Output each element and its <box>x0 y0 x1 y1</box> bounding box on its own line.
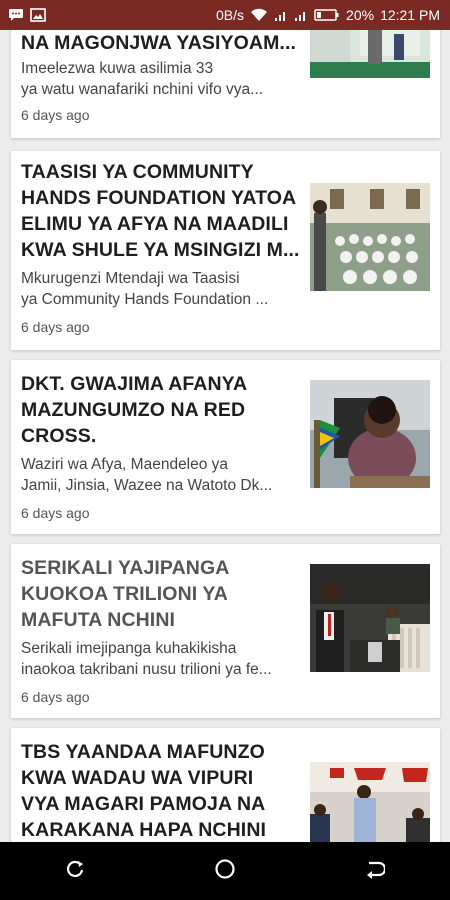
article-card[interactable]: TBS YAANDAA MAFUNZO KWA WADAU WA VIPURI … <box>11 728 440 842</box>
back-button[interactable] <box>355 851 395 891</box>
article-age: 6 days ago <box>21 107 90 123</box>
article-excerpt: Mkurugenzi Mtendaji wa Taasisi ya Commun… <box>21 270 269 308</box>
status-bar: 0B/s 20% 12:21 PM <box>0 0 450 30</box>
article-card[interactable]: SERIKALI YAJIPANGA KUOKOA TRILIONI YA MA… <box>11 544 440 718</box>
article-card[interactable]: TAASISI YA COMMUNITY HANDS FOUNDATION YA… <box>11 151 440 350</box>
recent-apps-icon <box>65 859 85 884</box>
news-feed[interactable]: NA MAGONJWA YASIYOAM... Imeelezwa kuwa a… <box>0 30 450 842</box>
clock: 12:21 PM <box>380 7 440 23</box>
battery-icon <box>314 8 340 22</box>
back-icon <box>365 859 387 884</box>
article-card[interactable]: DKT. GWAJIMA AFANYA MAZUNGUMZO NA RED CR… <box>11 360 440 534</box>
signal-icon <box>274 8 288 22</box>
article-age: 6 days ago <box>21 319 90 335</box>
article-excerpt: Waziri wa Afya, Maendeleo ya Jamii, Jins… <box>21 456 273 494</box>
image-icon <box>30 8 46 22</box>
wifi-icon <box>250 8 268 22</box>
article-excerpt: Imeelezwa kuwa asilimia 33 ya watu wanaf… <box>21 60 264 98</box>
article-thumbnail[interactable] <box>310 380 430 488</box>
article-title[interactable]: DKT. GWAJIMA AFANYA MAZUNGUMZO NA RED CR… <box>21 371 301 449</box>
article-title[interactable]: TBS YAANDAA MAFUNZO KWA WADAU WA VIPURI … <box>21 739 301 842</box>
article-card[interactable]: NA MAGONJWA YASIYOAM... Imeelezwa kuwa a… <box>11 30 440 138</box>
article-title[interactable]: SERIKALI YAJIPANGA KUOKOA TRILIONI YA MA… <box>21 555 301 633</box>
battery-percent: 20% <box>346 7 375 23</box>
home-icon <box>214 858 236 885</box>
recent-apps-button[interactable] <box>55 851 95 891</box>
home-button[interactable] <box>205 851 245 891</box>
signal-icon <box>294 8 308 22</box>
article-thumbnail[interactable] <box>310 30 430 78</box>
article-title[interactable]: NA MAGONJWA YASIYOAM... <box>21 30 301 56</box>
article-thumbnail[interactable] <box>310 762 430 842</box>
article-thumbnail[interactable] <box>310 564 430 672</box>
article-age: 6 days ago <box>21 505 90 521</box>
article-thumbnail[interactable] <box>310 183 430 291</box>
chat-bubble-icon <box>8 8 24 22</box>
article-title[interactable]: TAASISI YA COMMUNITY HANDS FOUNDATION YA… <box>21 159 301 263</box>
article-excerpt: Serikali imejipanga kuhakikisha inaokoa … <box>21 640 272 678</box>
network-speed: 0B/s <box>216 7 245 23</box>
article-age: 6 days ago <box>21 689 90 705</box>
system-nav-bar <box>0 842 450 900</box>
